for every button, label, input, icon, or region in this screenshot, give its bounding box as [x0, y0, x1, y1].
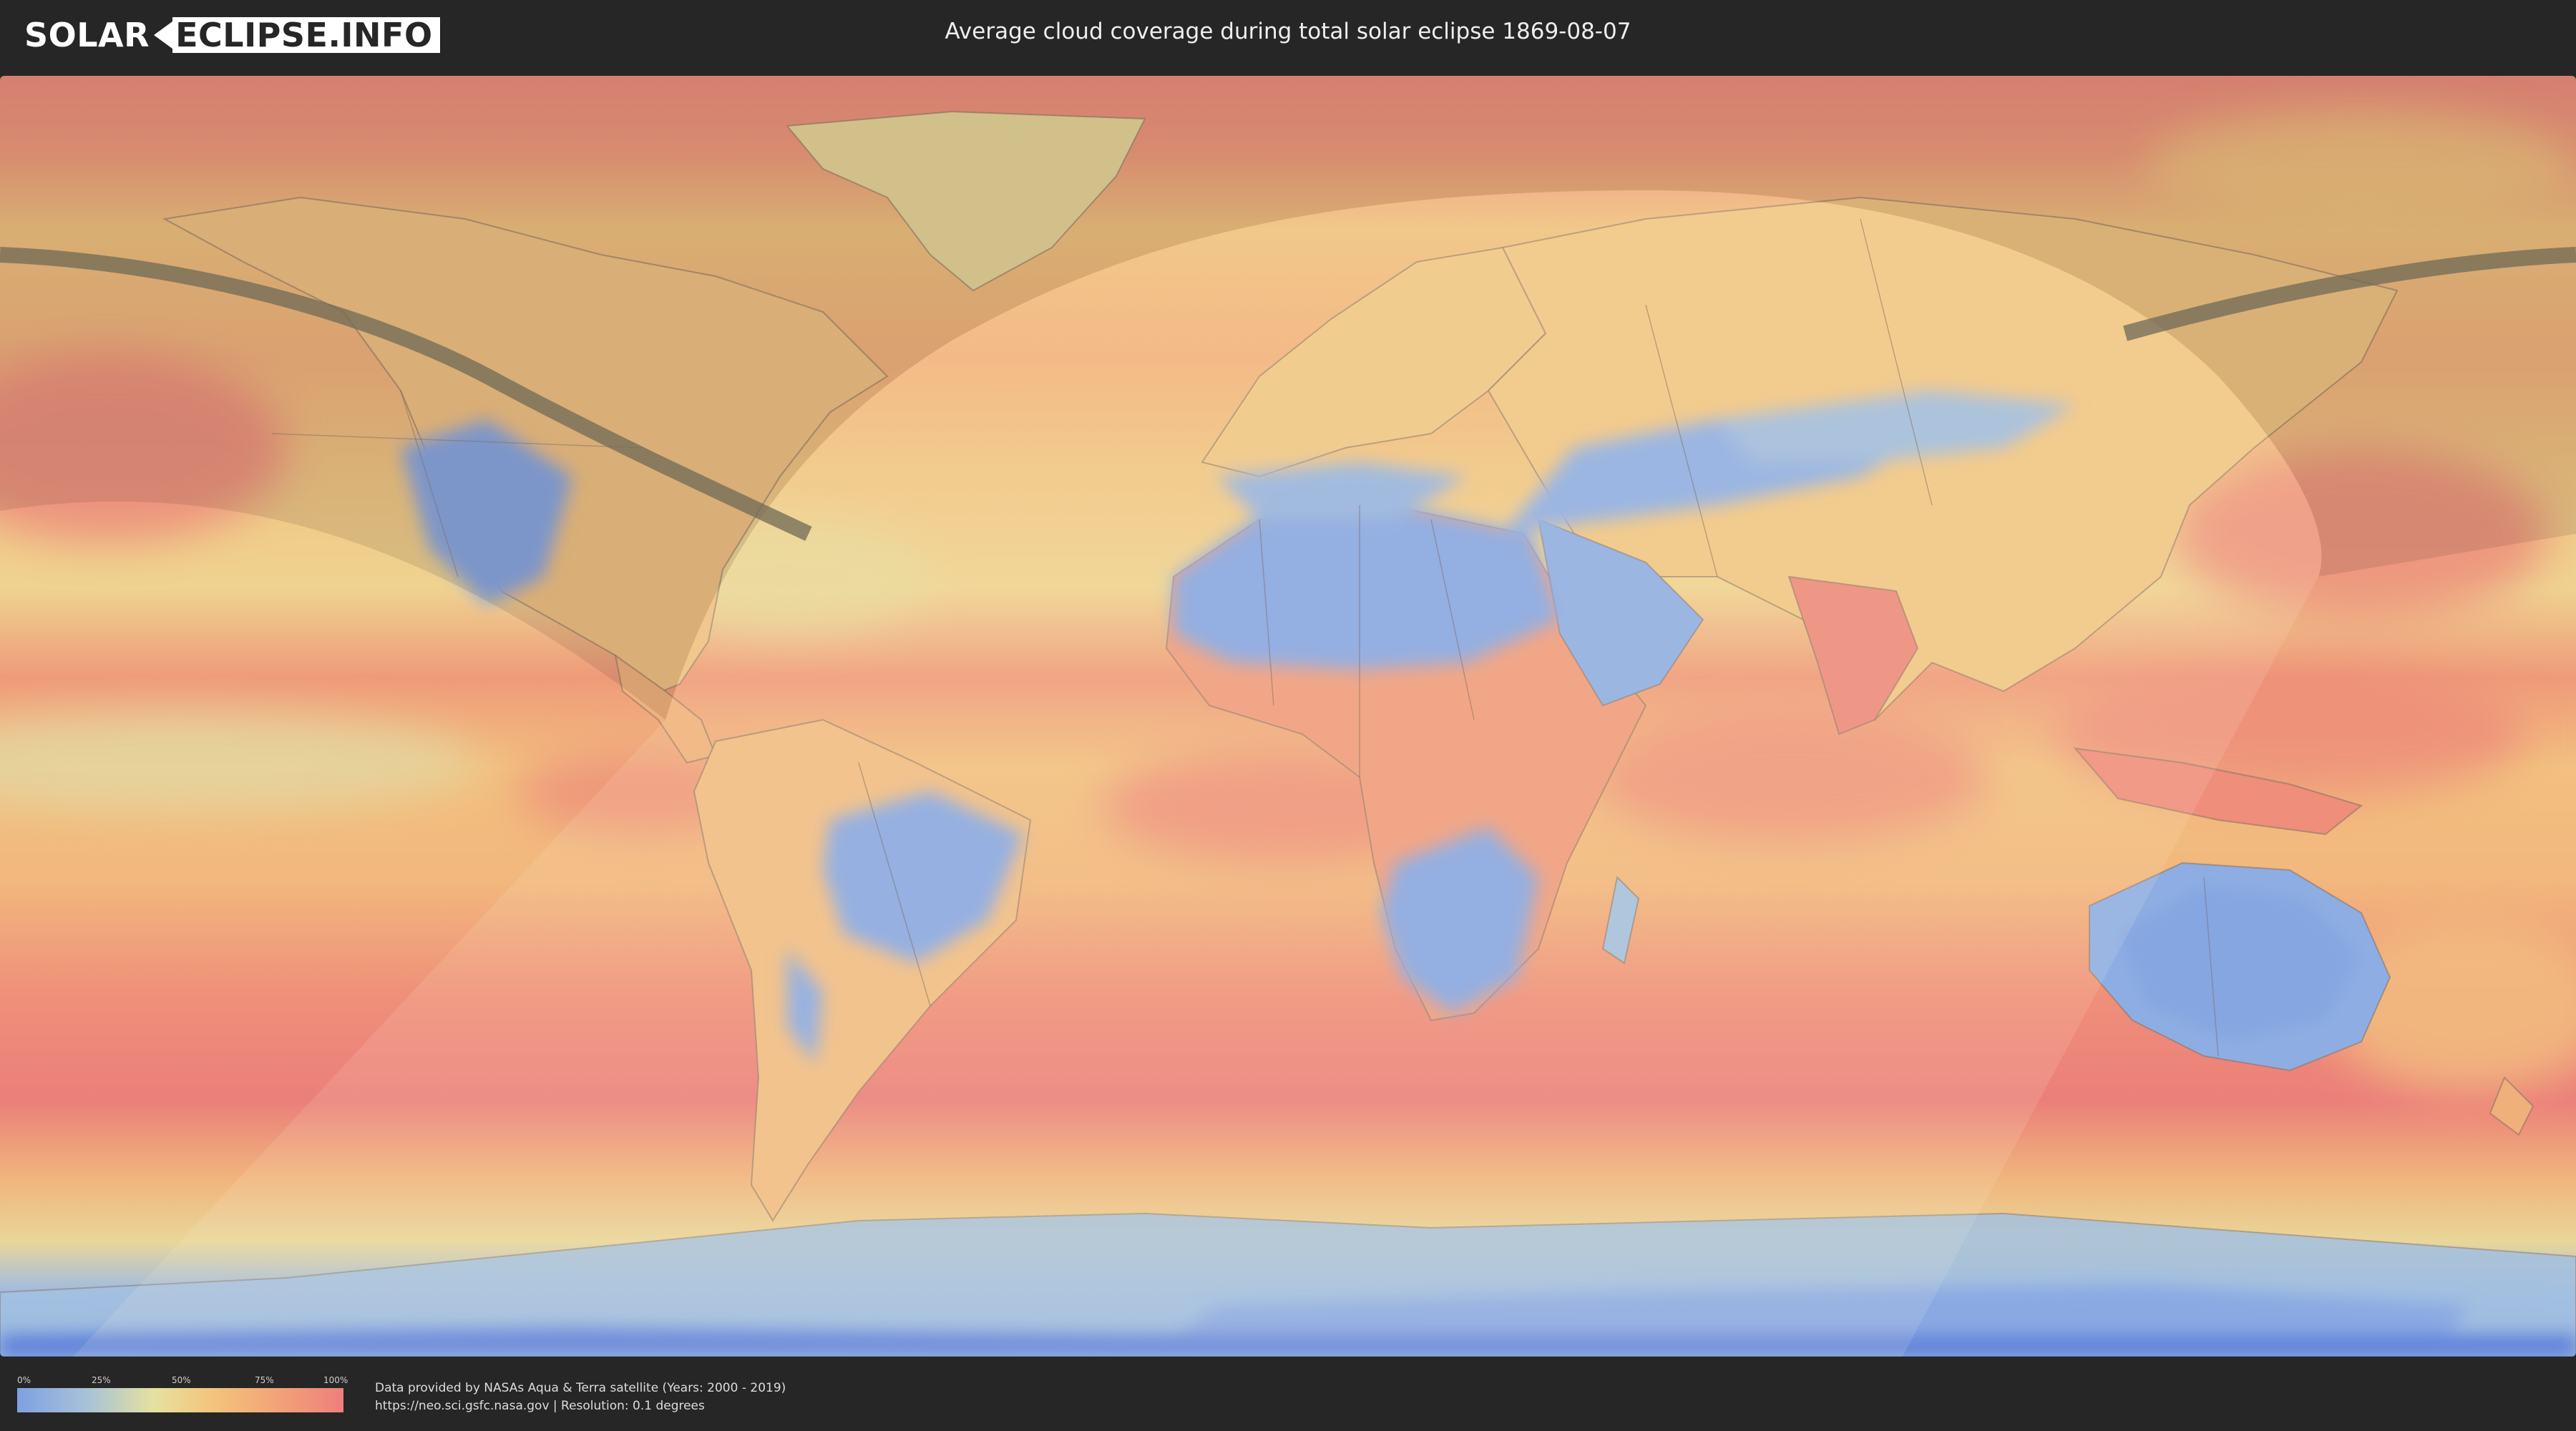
legend-tick-100: 100%: [323, 1375, 348, 1385]
page-title: Average cloud coverage during total sola…: [945, 19, 1631, 44]
credits-line-url[interactable]: https://neo.sci.gsfc.nasa.gov | Resoluti…: [375, 1397, 786, 1415]
legend-ticks: 0% 25% 50% 75% 100%: [17, 1375, 348, 1387]
data-credits: Data provided by NASAs Aqua & Terra sate…: [375, 1379, 786, 1415]
legend-tick-0: 0%: [17, 1375, 31, 1385]
footer-bar: 0% 25% 50% 75% 100% Data provided by NAS…: [0, 1359, 2576, 1431]
legend-color-scale: [17, 1388, 343, 1412]
legend-tick-50: 50%: [172, 1375, 191, 1385]
legend-tick-25: 25%: [92, 1375, 111, 1385]
legend-tick-75: 75%: [255, 1375, 274, 1385]
header-bar: SOLAR ECLIPSE.INFO Average cloud coverag…: [0, 0, 2576, 72]
map-canvas: [0, 76, 2576, 1357]
cloud-coverage-legend: 0% 25% 50% 75% 100%: [17, 1375, 348, 1412]
cloud-coverage-map[interactable]: [0, 76, 2576, 1357]
credits-line-source: Data provided by NASAs Aqua & Terra sate…: [375, 1381, 786, 1395]
